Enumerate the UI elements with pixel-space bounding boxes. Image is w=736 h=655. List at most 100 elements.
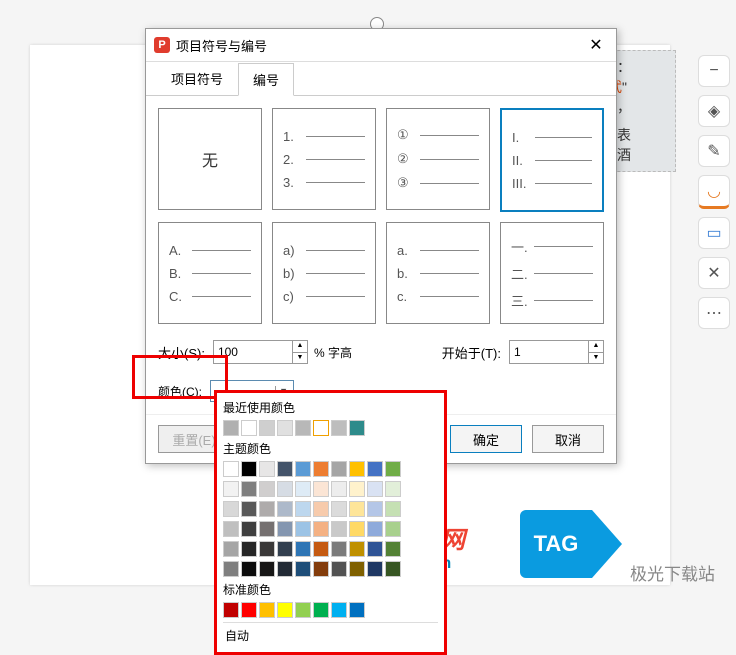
color-swatch[interactable] [241,461,257,477]
color-swatch[interactable] [367,561,383,577]
color-swatch[interactable] [385,481,401,497]
spin-down-icon[interactable]: ▼ [589,353,603,364]
color-swatch[interactable] [385,521,401,537]
start-spinner[interactable]: ▲▼ [509,340,604,364]
shape-tool-icon[interactable]: ◡ [698,175,730,209]
color-swatch[interactable] [277,561,293,577]
color-swatch[interactable] [313,561,329,577]
color-swatch[interactable] [367,501,383,517]
color-swatch[interactable] [331,501,347,517]
color-swatch[interactable] [295,541,311,557]
color-swatch[interactable] [259,420,275,436]
color-swatch[interactable] [223,602,239,618]
color-swatch[interactable] [277,521,293,537]
color-swatch[interactable] [277,541,293,557]
color-swatch[interactable] [241,481,257,497]
color-swatch[interactable] [223,481,239,497]
close-icon[interactable]: ✕ [584,35,608,55]
color-swatch[interactable] [241,521,257,537]
numbering-option-chinese[interactable]: 一. 二. 三. [500,222,604,324]
dialog-titlebar[interactable]: P 项目符号与编号 ✕ [146,29,616,62]
color-swatch[interactable] [385,541,401,557]
color-swatch[interactable] [241,501,257,517]
layers-icon[interactable]: ◈ [698,95,730,127]
color-swatch[interactable] [241,541,257,557]
tab-numbering[interactable]: 编号 [238,63,294,96]
color-swatch[interactable] [313,521,329,537]
color-swatch[interactable] [349,420,365,436]
color-swatch[interactable] [331,602,347,618]
color-swatch[interactable] [367,461,383,477]
color-swatch[interactable] [349,461,365,477]
color-swatch[interactable] [367,521,383,537]
screen-icon[interactable]: ▭ [698,217,730,249]
color-swatch[interactable] [259,541,275,557]
cancel-button[interactable]: 取消 [532,425,604,453]
color-swatch[interactable] [259,602,275,618]
spin-up-icon[interactable]: ▲ [293,341,307,353]
ok-button[interactable]: 确定 [450,425,522,453]
tools-icon[interactable]: ✕ [698,257,730,289]
color-swatch[interactable] [313,541,329,557]
color-swatch[interactable] [385,501,401,517]
color-swatch[interactable] [349,481,365,497]
color-swatch[interactable] [295,521,311,537]
spin-down-icon[interactable]: ▼ [293,353,307,364]
color-swatch[interactable] [385,561,401,577]
numbering-option-decimal[interactable]: 1. 2. 3. [272,108,376,210]
numbering-option-none[interactable]: 无 [158,108,262,210]
color-swatch[interactable] [241,602,257,618]
color-swatch[interactable] [349,541,365,557]
color-swatch[interactable] [313,501,329,517]
color-swatch[interactable] [223,561,239,577]
color-swatch[interactable] [223,501,239,517]
color-swatch[interactable] [331,521,347,537]
numbering-option-lower-alpha-paren[interactable]: a) b) c) [272,222,376,324]
color-swatch[interactable] [241,420,257,436]
color-swatch[interactable] [259,561,275,577]
color-swatch[interactable] [259,521,275,537]
color-swatch[interactable] [331,420,347,436]
color-swatch[interactable] [385,461,401,477]
pen-icon[interactable]: ✎ [698,135,730,167]
color-swatch[interactable] [313,420,329,436]
color-swatch[interactable] [223,541,239,557]
numbering-option-upper-alpha[interactable]: A. B. C. [158,222,262,324]
color-swatch[interactable] [295,420,311,436]
color-swatch[interactable] [331,541,347,557]
color-swatch[interactable] [295,501,311,517]
color-swatch[interactable] [295,461,311,477]
color-swatch[interactable] [277,501,293,517]
color-swatch[interactable] [349,561,365,577]
numbering-option-lower-alpha-dot[interactable]: a. b. c. [386,222,490,324]
color-swatch[interactable] [313,481,329,497]
color-swatch[interactable] [295,481,311,497]
color-swatch[interactable] [277,461,293,477]
color-swatch[interactable] [331,561,347,577]
color-swatch[interactable] [277,481,293,497]
color-swatch[interactable] [277,420,293,436]
color-swatch[interactable] [331,481,347,497]
color-swatch[interactable] [367,541,383,557]
start-input[interactable] [510,341,588,363]
more-icon[interactable]: ⋯ [698,297,730,329]
color-swatch[interactable] [259,501,275,517]
color-swatch[interactable] [223,420,239,436]
color-swatch[interactable] [259,461,275,477]
color-swatch[interactable] [223,521,239,537]
color-swatch[interactable] [349,521,365,537]
color-swatch[interactable] [277,602,293,618]
spin-up-icon[interactable]: ▲ [589,341,603,353]
color-swatch[interactable] [313,461,329,477]
color-swatch[interactable] [313,602,329,618]
size-input[interactable] [214,341,292,363]
size-spinner[interactable]: ▲▼ [213,340,308,364]
color-swatch[interactable] [223,461,239,477]
color-swatch[interactable] [349,501,365,517]
numbering-option-roman[interactable]: I. II. III. [500,108,604,212]
color-swatch[interactable] [349,602,365,618]
auto-color-option[interactable]: 自动 [223,622,438,648]
color-swatch[interactable] [295,561,311,577]
color-swatch[interactable] [295,602,311,618]
color-swatch[interactable] [259,481,275,497]
